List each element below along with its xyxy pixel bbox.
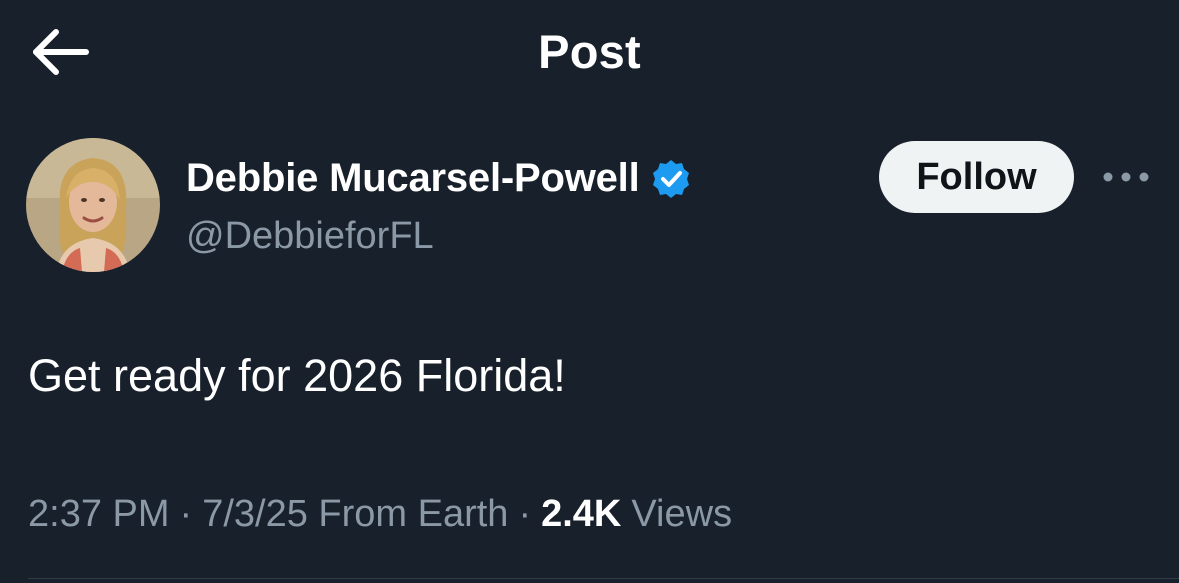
post-metadata: 2:37 PM · 7/3/25 From Earth · 2.4K Views [28, 493, 732, 536]
post-source: From Earth [318, 493, 509, 535]
views-count[interactable]: 2.4K [541, 493, 621, 535]
author-handle[interactable]: @DebbieforFL [186, 215, 434, 258]
more-options-button[interactable] [1100, 160, 1152, 194]
top-bar: Post [0, 0, 1179, 104]
post-time[interactable]: 2:37 PM [28, 493, 170, 535]
meta-separator: · [518, 493, 532, 535]
profile-photo [26, 138, 160, 272]
post-date[interactable]: 7/3/25 [202, 493, 308, 535]
divider [28, 578, 1179, 579]
page-title: Post [538, 25, 641, 78]
meta-separator: · [179, 493, 193, 535]
more-horizontal-icon [1103, 172, 1149, 182]
views-label[interactable]: Views [631, 493, 732, 535]
post-author: Debbie Mucarsel-Powell @DebbieforFL Foll… [0, 130, 1179, 280]
follow-button[interactable]: Follow [879, 141, 1074, 213]
author-name: Debbie Mucarsel-Powell [186, 156, 640, 200]
author-name-row[interactable]: Debbie Mucarsel-Powell [186, 156, 692, 201]
post-text: Get ready for 2026 Florida! [28, 350, 566, 401]
verified-badge-icon [650, 158, 692, 200]
avatar[interactable] [26, 138, 160, 272]
